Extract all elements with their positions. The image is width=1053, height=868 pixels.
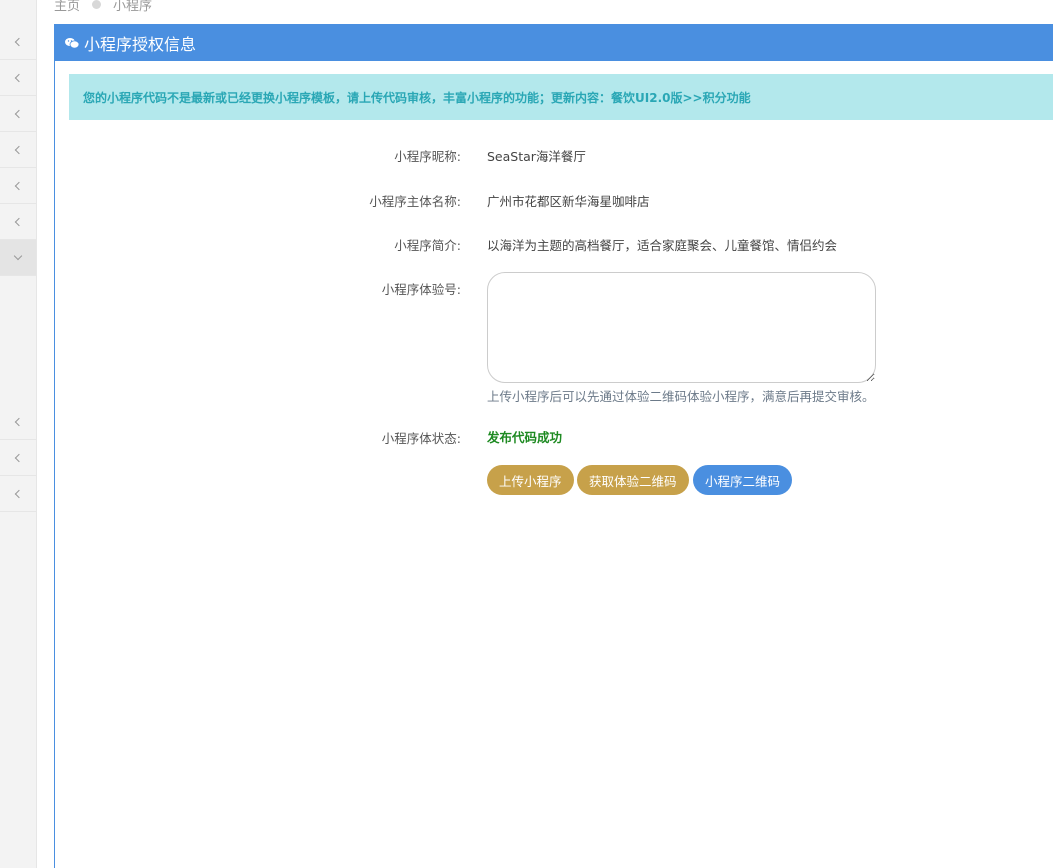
sidebar-item-3[interactable] — [0, 96, 36, 132]
entity-name-value: 广州市花都区新华海星咖啡店 — [487, 194, 650, 209]
nickname-label: 小程序昵称: — [394, 149, 461, 164]
entity-name-label: 小程序主体名称: — [369, 194, 461, 209]
tester-label: 小程序体验号: — [381, 282, 461, 297]
intro-value: 以海洋为主题的高档餐厅，适合家庭聚会、儿童餐馆、情侣约会 — [487, 238, 838, 253]
sidebar — [0, 0, 37, 868]
breadcrumb-home[interactable]: 主页 — [54, 0, 80, 14]
panel-header: 小程序授权信息 — [55, 24, 1053, 61]
chevron-left-icon — [14, 181, 24, 190]
chevron-left-icon — [14, 73, 24, 82]
chevron-left-icon — [14, 109, 24, 118]
tester-help-text: 上传小程序后可以先通过体验二维码体验小程序，满意后再提交审核。 — [487, 389, 875, 404]
chevron-left-icon — [14, 145, 24, 154]
wechat-icon — [65, 37, 79, 48]
tester-textarea[interactable] — [487, 272, 876, 383]
sidebar-item-2[interactable] — [0, 60, 36, 96]
breadcrumb-current: 小程序 — [113, 0, 153, 14]
sidebar-item-5[interactable] — [0, 168, 36, 204]
get-trial-qrcode-button[interactable]: 获取体验二维码 — [577, 465, 689, 495]
sidebar-item-6[interactable] — [0, 204, 36, 240]
sidebar-item-9[interactable] — [0, 440, 36, 476]
upload-miniprogram-button[interactable]: 上传小程序 — [487, 465, 574, 495]
authorization-panel: 小程序授权信息 您的小程序代码不是最新或已经更换小程序模板，请上传代码审核，丰富… — [54, 24, 1053, 868]
sidebar-item-8[interactable] — [0, 404, 36, 440]
intro-label: 小程序简介: — [394, 238, 461, 253]
breadcrumb-separator-icon — [92, 0, 102, 9]
chevron-left-icon — [14, 217, 24, 226]
sidebar-item-7[interactable] — [0, 240, 36, 276]
chevron-left-icon — [14, 489, 24, 498]
sidebar-item-4[interactable] — [0, 132, 36, 168]
sidebar-item-1[interactable] — [0, 24, 36, 60]
sidebar-item-10[interactable] — [0, 476, 36, 512]
chevron-left-icon — [14, 37, 24, 46]
nickname-value: SeaStar海洋餐厅 — [487, 149, 586, 164]
status-value: 发布代码成功 — [487, 430, 563, 445]
miniprogram-qrcode-button[interactable]: 小程序二维码 — [693, 465, 793, 495]
chevron-down-icon — [13, 251, 23, 261]
breadcrumb: 主页 小程序 — [54, 0, 153, 14]
status-label: 小程序体状态: — [381, 431, 461, 446]
update-notice: 您的小程序代码不是最新或已经更换小程序模板，请上传代码审核，丰富小程序的功能；更… — [69, 74, 1053, 120]
chevron-left-icon — [14, 417, 24, 426]
chevron-left-icon — [14, 453, 24, 462]
panel-title: 小程序授权信息 — [84, 34, 197, 54]
